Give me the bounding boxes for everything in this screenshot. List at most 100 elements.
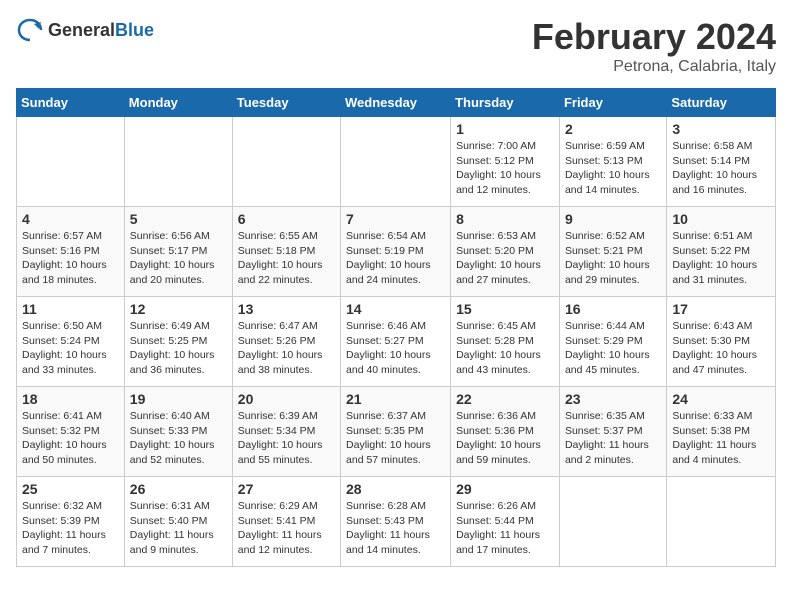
- page-header: GeneralBlue February 2024 Petrona, Calab…: [16, 16, 776, 76]
- logo[interactable]: GeneralBlue: [16, 16, 154, 44]
- calendar-week-1: 1 Sunrise: 7:00 AM Sunset: 5:12 PM Daylig…: [17, 117, 776, 207]
- calendar-cell: 2 Sunrise: 6:59 AM Sunset: 5:13 PM Daylig…: [559, 117, 666, 207]
- day-info: Sunrise: 6:31 AM Sunset: 5:40 PM Dayligh…: [130, 499, 227, 558]
- calendar-cell: 28Sunrise: 6:28 AM Sunset: 5:43 PM Dayli…: [341, 477, 451, 567]
- day-info: Sunrise: 6:50 AM Sunset: 5:24 PM Dayligh…: [22, 319, 119, 378]
- day-info: Sunrise: 6:28 AM Sunset: 5:43 PM Dayligh…: [346, 499, 445, 558]
- calendar-cell: [17, 117, 125, 207]
- day-info: Sunrise: 6:33 AM Sunset: 5:38 PM Dayligh…: [672, 409, 770, 468]
- calendar-cell: 1 Sunrise: 7:00 AM Sunset: 5:12 PM Daylig…: [451, 117, 560, 207]
- month-title: February 2024: [532, 16, 776, 58]
- calendar-cell: 19Sunrise: 6:40 AM Sunset: 5:33 PM Dayli…: [124, 387, 232, 477]
- day-number: 3: [672, 121, 770, 137]
- day-number: 7: [346, 211, 445, 227]
- day-number: 27: [238, 481, 335, 497]
- day-number: 18: [22, 391, 119, 407]
- day-info: Sunrise: 6:37 AM Sunset: 5:35 PM Dayligh…: [346, 409, 445, 468]
- day-number: 2: [565, 121, 661, 137]
- day-number: 21: [346, 391, 445, 407]
- day-number: 14: [346, 301, 445, 317]
- day-info: Sunrise: 6:39 AM Sunset: 5:34 PM Dayligh…: [238, 409, 335, 468]
- calendar-cell: 29 Sunrise: 6:26 AM Sunset: 5:44 PM Dayli…: [451, 477, 560, 567]
- day-info: Sunrise: 6:45 AM Sunset: 5:28 PM Dayligh…: [456, 319, 554, 378]
- day-number: 23: [565, 391, 661, 407]
- calendar-cell: 14 Sunrise: 6:46 AM Sunset: 5:27 PM Dayli…: [341, 297, 451, 387]
- day-number: 6: [238, 211, 335, 227]
- calendar-table: SundayMondayTuesdayWednesdayThursdayFrid…: [16, 88, 776, 567]
- calendar-cell: [341, 117, 451, 207]
- calendar-cell: 18Sunrise: 6:41 AM Sunset: 5:32 PM Dayli…: [17, 387, 125, 477]
- title-block: February 2024 Petrona, Calabria, Italy: [532, 16, 776, 76]
- day-number: 8: [456, 211, 554, 227]
- calendar-cell: 8Sunrise: 6:53 AM Sunset: 5:20 PM Daylig…: [451, 207, 560, 297]
- calendar-cell: 20Sunrise: 6:39 AM Sunset: 5:34 PM Dayli…: [232, 387, 340, 477]
- location-title: Petrona, Calabria, Italy: [532, 58, 776, 76]
- day-info: Sunrise: 6:55 AM Sunset: 5:18 PM Dayligh…: [238, 229, 335, 288]
- col-header-saturday: Saturday: [667, 89, 776, 117]
- calendar-cell: 23 Sunrise: 6:35 AM Sunset: 5:37 PM Dayli…: [559, 387, 666, 477]
- day-info: Sunrise: 6:43 AM Sunset: 5:30 PM Dayligh…: [672, 319, 770, 378]
- col-header-tuesday: Tuesday: [232, 89, 340, 117]
- day-number: 12: [130, 301, 227, 317]
- day-number: 11: [22, 301, 119, 317]
- col-header-friday: Friday: [559, 89, 666, 117]
- day-info: Sunrise: 6:44 AM Sunset: 5:29 PM Dayligh…: [565, 319, 661, 378]
- calendar-week-3: 11 Sunrise: 6:50 AM Sunset: 5:24 PM Dayli…: [17, 297, 776, 387]
- calendar-cell: 16 Sunrise: 6:44 AM Sunset: 5:29 PM Dayli…: [559, 297, 666, 387]
- calendar-cell: [124, 117, 232, 207]
- calendar-cell: 10Sunrise: 6:51 AM Sunset: 5:22 PM Dayli…: [667, 207, 776, 297]
- day-info: Sunrise: 6:40 AM Sunset: 5:33 PM Dayligh…: [130, 409, 227, 468]
- calendar-cell: 26 Sunrise: 6:31 AM Sunset: 5:40 PM Dayli…: [124, 477, 232, 567]
- day-info: Sunrise: 7:00 AM Sunset: 5:12 PM Dayligh…: [456, 139, 554, 198]
- day-number: 17: [672, 301, 770, 317]
- calendar-cell: [559, 477, 666, 567]
- day-info: Sunrise: 6:59 AM Sunset: 5:13 PM Dayligh…: [565, 139, 661, 198]
- day-info: Sunrise: 6:47 AM Sunset: 5:26 PM Dayligh…: [238, 319, 335, 378]
- day-info: Sunrise: 6:58 AM Sunset: 5:14 PM Dayligh…: [672, 139, 770, 198]
- logo-general: General: [48, 20, 115, 40]
- calendar-cell: [232, 117, 340, 207]
- calendar-week-2: 4 Sunrise: 6:57 AM Sunset: 5:16 PM Daylig…: [17, 207, 776, 297]
- header-row: SundayMondayTuesdayWednesdayThursdayFrid…: [17, 89, 776, 117]
- calendar-cell: 6 Sunrise: 6:55 AM Sunset: 5:18 PM Daylig…: [232, 207, 340, 297]
- day-info: Sunrise: 6:46 AM Sunset: 5:27 PM Dayligh…: [346, 319, 445, 378]
- day-number: 24: [672, 391, 770, 407]
- logo-blue: Blue: [115, 20, 154, 40]
- calendar-cell: 24 Sunrise: 6:33 AM Sunset: 5:38 PM Dayli…: [667, 387, 776, 477]
- day-info: Sunrise: 6:26 AM Sunset: 5:44 PM Dayligh…: [456, 499, 554, 558]
- col-header-thursday: Thursday: [451, 89, 560, 117]
- day-number: 5: [130, 211, 227, 227]
- calendar-cell: 11 Sunrise: 6:50 AM Sunset: 5:24 PM Dayli…: [17, 297, 125, 387]
- calendar-cell: 17 Sunrise: 6:43 AM Sunset: 5:30 PM Dayli…: [667, 297, 776, 387]
- calendar-cell: 27 Sunrise: 6:29 AM Sunset: 5:41 PM Dayli…: [232, 477, 340, 567]
- day-info: Sunrise: 6:35 AM Sunset: 5:37 PM Dayligh…: [565, 409, 661, 468]
- calendar-week-4: 18Sunrise: 6:41 AM Sunset: 5:32 PM Dayli…: [17, 387, 776, 477]
- calendar-cell: 22 Sunrise: 6:36 AM Sunset: 5:36 PM Dayli…: [451, 387, 560, 477]
- calendar-cell: 13 Sunrise: 6:47 AM Sunset: 5:26 PM Dayli…: [232, 297, 340, 387]
- day-number: 29: [456, 481, 554, 497]
- day-info: Sunrise: 6:36 AM Sunset: 5:36 PM Dayligh…: [456, 409, 554, 468]
- day-info: Sunrise: 6:57 AM Sunset: 5:16 PM Dayligh…: [22, 229, 119, 288]
- day-number: 25: [22, 481, 119, 497]
- day-info: Sunrise: 6:49 AM Sunset: 5:25 PM Dayligh…: [130, 319, 227, 378]
- day-info: Sunrise: 6:54 AM Sunset: 5:19 PM Dayligh…: [346, 229, 445, 288]
- calendar-cell: 3 Sunrise: 6:58 AM Sunset: 5:14 PM Daylig…: [667, 117, 776, 207]
- day-info: Sunrise: 6:29 AM Sunset: 5:41 PM Dayligh…: [238, 499, 335, 558]
- day-number: 1: [456, 121, 554, 137]
- col-header-monday: Monday: [124, 89, 232, 117]
- col-header-sunday: Sunday: [17, 89, 125, 117]
- day-number: 16: [565, 301, 661, 317]
- day-number: 15: [456, 301, 554, 317]
- day-number: 26: [130, 481, 227, 497]
- calendar-cell: 5Sunrise: 6:56 AM Sunset: 5:17 PM Daylig…: [124, 207, 232, 297]
- day-number: 4: [22, 211, 119, 227]
- day-info: Sunrise: 6:51 AM Sunset: 5:22 PM Dayligh…: [672, 229, 770, 288]
- calendar-cell: 21 Sunrise: 6:37 AM Sunset: 5:35 PM Dayli…: [341, 387, 451, 477]
- day-info: Sunrise: 6:32 AM Sunset: 5:39 PM Dayligh…: [22, 499, 119, 558]
- col-header-wednesday: Wednesday: [341, 89, 451, 117]
- day-number: 22: [456, 391, 554, 407]
- calendar-cell: 12 Sunrise: 6:49 AM Sunset: 5:25 PM Dayli…: [124, 297, 232, 387]
- calendar-cell: 15 Sunrise: 6:45 AM Sunset: 5:28 PM Dayli…: [451, 297, 560, 387]
- calendar-cell: 7 Sunrise: 6:54 AM Sunset: 5:19 PM Daylig…: [341, 207, 451, 297]
- day-number: 13: [238, 301, 335, 317]
